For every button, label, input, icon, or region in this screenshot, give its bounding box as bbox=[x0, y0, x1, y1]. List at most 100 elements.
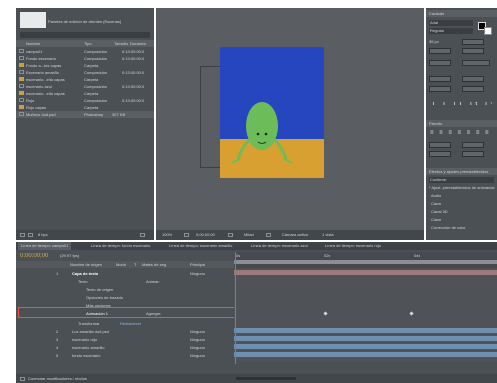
col-parent[interactable]: Principal bbox=[190, 263, 205, 267]
stroke-style-select[interactable] bbox=[462, 60, 490, 66]
effects-search-input[interactable]: Contiene: bbox=[429, 177, 494, 183]
item-duration: 0:13:00:00:0 bbox=[122, 70, 145, 75]
effects-category[interactable]: Canal 3D bbox=[431, 210, 448, 214]
list-item[interactable]: Rojo capas Carpeta bbox=[16, 104, 154, 111]
property-extra[interactable]: Restablecer bbox=[120, 321, 141, 326]
col-trkmat[interactable]: Mates de seg. bbox=[142, 263, 167, 267]
layer-parent[interactable]: Ninguno bbox=[190, 353, 205, 358]
property-row-animator[interactable]: Animación 1 Agregar: bbox=[16, 309, 234, 317]
layer-row[interactable]: 3 escenario rojo Ninguno bbox=[16, 335, 234, 343]
tab-escenario-rojo[interactable]: Línea de tiempo: escenario rojo bbox=[322, 242, 384, 250]
property-row[interactable]: Texto Animar: bbox=[16, 277, 234, 285]
layer-parent[interactable]: Ninguno bbox=[190, 329, 205, 334]
alignment-buttons[interactable]: ≡ ≡ ≡ ≡ ≡ ≡ ≡ bbox=[430, 130, 494, 136]
property-extra[interactable]: Animar: bbox=[146, 279, 160, 284]
indent-left-field[interactable] bbox=[429, 142, 451, 148]
stroke-color-swatch[interactable] bbox=[484, 27, 492, 35]
col-source-name[interactable]: Nombre de origen bbox=[70, 263, 102, 267]
tracking-field[interactable] bbox=[462, 48, 484, 54]
stroke-width-field[interactable] bbox=[429, 60, 451, 66]
resolution-select[interactable]: Mitad bbox=[244, 233, 254, 237]
font-style-select[interactable]: Regular bbox=[429, 28, 473, 34]
layer-duration-bar[interactable] bbox=[234, 352, 497, 357]
font-family-select[interactable]: Arial bbox=[429, 20, 473, 26]
tab-campo01[interactable]: Línea de tiempo: campo01 bbox=[18, 242, 72, 250]
effects-category[interactable]: Canal bbox=[431, 202, 441, 206]
trash-icon[interactable] bbox=[140, 233, 145, 237]
layer-row[interactable]: 2 Luz amarilla dud.psd Ninguno bbox=[16, 327, 234, 335]
region-of-interest-icon[interactable] bbox=[266, 233, 271, 237]
project-search-input[interactable] bbox=[20, 32, 150, 38]
effects-category[interactable]: Audio bbox=[431, 194, 441, 198]
interpret-footage-icon[interactable] bbox=[20, 233, 25, 237]
col-mode[interactable]: Modo bbox=[116, 263, 126, 267]
keyframe-1[interactable] bbox=[323, 311, 328, 316]
list-item[interactable]: Escenario amarillo Composición 0:13:00:00:… bbox=[16, 69, 154, 76]
layer-parent[interactable]: Ninguno bbox=[190, 337, 205, 342]
list-item[interactable]: Rojo Composición 0:13:00:00:0 bbox=[16, 97, 154, 104]
col-duration[interactable]: Duración bbox=[130, 42, 146, 46]
layer-duration-bar[interactable] bbox=[234, 344, 497, 349]
layer-row[interactable]: 1 Capa de texto Ninguno bbox=[16, 269, 234, 277]
property-row[interactable]: Texto de origen bbox=[16, 285, 234, 293]
toggle-switches-modes[interactable]: Conmutar modificadores / modos bbox=[28, 377, 87, 381]
layer-parent[interactable]: Ninguno bbox=[190, 271, 205, 276]
layer-duration-bar[interactable] bbox=[234, 336, 497, 341]
effects-panel-title[interactable]: Efectos y ajustes preestablecidos bbox=[429, 170, 495, 174]
property-row[interactable]: Opciones de trazado bbox=[16, 293, 234, 301]
timeline-timecode[interactable]: 0;00;00;00 bbox=[20, 253, 48, 259]
property-row[interactable]: Transformar Restablecer bbox=[16, 319, 234, 327]
list-item[interactable]: escenario...ella capas Carpeta bbox=[16, 90, 154, 97]
property-extra[interactable]: Agregar: bbox=[146, 311, 161, 316]
tab-escenario-azul[interactable]: Línea de tiempo: escenario azul bbox=[248, 242, 311, 250]
vertical-scale-field[interactable] bbox=[429, 76, 451, 82]
tab-fondo-escenario[interactable]: Línea de tiempo: fondo escenario bbox=[88, 242, 153, 250]
list-item[interactable]: escenario...ella capas Carpeta bbox=[16, 76, 154, 83]
font-size-field[interactable]: 36 px bbox=[429, 40, 459, 44]
paragraph-panel-title[interactable]: Párrafo bbox=[429, 122, 442, 126]
tab-escenario-amarillo[interactable]: Línea de tiempo: escenario amarillo bbox=[166, 242, 235, 250]
zoom-slider[interactable] bbox=[236, 377, 296, 380]
layer-parent[interactable]: Ninguno bbox=[190, 345, 205, 350]
zoom-select[interactable]: 100% bbox=[162, 233, 172, 237]
current-time[interactable]: 0;00;00;00 bbox=[196, 233, 215, 237]
baseline-shift-field[interactable] bbox=[429, 86, 451, 92]
layer-duration-bar[interactable] bbox=[234, 328, 497, 333]
new-folder-icon[interactable] bbox=[28, 233, 33, 237]
tsume-field[interactable] bbox=[462, 86, 484, 92]
work-area-bar[interactable] bbox=[234, 260, 497, 264]
col-name[interactable]: Nombre bbox=[26, 42, 40, 46]
layer-row[interactable]: 4 escenario amarillo Ninguno bbox=[16, 343, 234, 351]
layer-duration-bar[interactable] bbox=[234, 270, 497, 275]
bit-depth[interactable]: 8 bpc bbox=[38, 233, 48, 237]
list-item[interactable]: escenario azul Composición 0:13:00:00:0 bbox=[16, 83, 154, 90]
effects-category[interactable]: Corrección de color bbox=[431, 226, 466, 230]
list-item[interactable]: Fondo escenario Composición 0:13:00:00:0 bbox=[16, 55, 154, 62]
horizontal-scale-field[interactable] bbox=[462, 76, 484, 82]
safe-zones-icon[interactable] bbox=[184, 233, 189, 237]
space-before-field[interactable] bbox=[429, 151, 451, 157]
col-type[interactable]: Tipo bbox=[84, 42, 92, 46]
keyframe-2[interactable] bbox=[409, 311, 414, 316]
comp-canvas[interactable] bbox=[220, 47, 324, 178]
leading-field[interactable] bbox=[462, 39, 484, 45]
space-after-field[interactable] bbox=[462, 151, 484, 157]
snapshot-icon[interactable] bbox=[228, 233, 233, 237]
camera-select[interactable]: Cámara activa bbox=[282, 233, 308, 237]
toggle-switches-icon[interactable] bbox=[20, 377, 25, 381]
layer-row[interactable]: 5 fondo escenario Ninguno bbox=[16, 351, 234, 359]
list-item[interactable]: Fondo a...tos capas Carpeta bbox=[16, 62, 154, 69]
effects-category[interactable]: * Ajust. preestablecidos de animación bbox=[429, 186, 495, 190]
list-item[interactable]: Muñeco dud.psd Photoshop 307 KB bbox=[16, 111, 154, 118]
kerning-field[interactable] bbox=[429, 48, 451, 54]
indent-right-field[interactable] bbox=[462, 142, 484, 148]
view-layout-select[interactable]: 1 vista bbox=[322, 233, 334, 237]
list-item[interactable]: campo01 Composición 0:13:00:00:0 bbox=[16, 48, 154, 55]
effects-category[interactable]: Clave bbox=[431, 218, 441, 222]
timeline-ruler[interactable]: 0s 02s 04s bbox=[234, 252, 497, 268]
character-panel-title[interactable]: Carácter bbox=[429, 12, 444, 16]
character-figure[interactable] bbox=[220, 47, 324, 178]
col-t[interactable]: T bbox=[134, 263, 136, 267]
col-size[interactable]: Tamaño bbox=[114, 42, 128, 46]
current-time-indicator[interactable] bbox=[235, 252, 236, 364]
